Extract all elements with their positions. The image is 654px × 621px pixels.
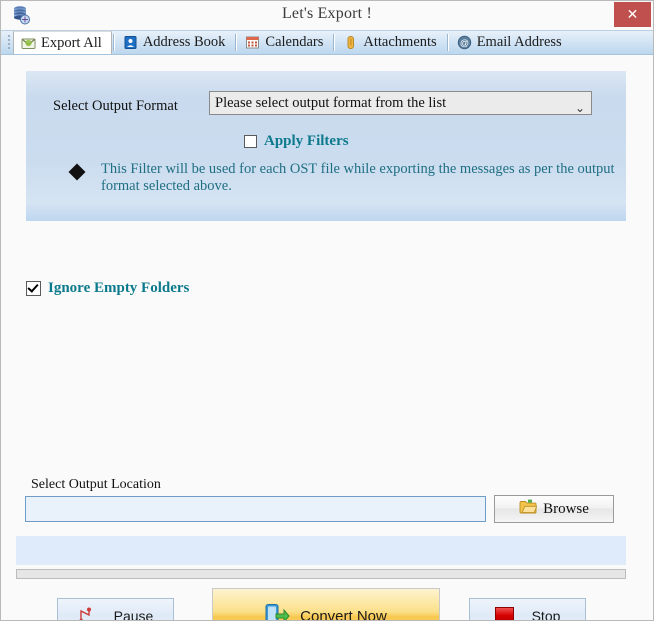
convert-now-button[interactable]: Convert Now [212,588,440,621]
tab-separator [112,34,115,51]
contact-card-icon [123,35,138,50]
close-button[interactable]: ✕ [614,2,651,27]
apply-filters-label: Apply Filters [264,133,349,149]
tab-separator [333,34,336,51]
toolbar-grip[interactable] [7,34,11,51]
chevron-down-icon: ⌄ [574,101,585,115]
tab-attachments[interactable]: Attachments [336,31,445,54]
window-title: Let's Export ! [281,5,373,22]
stop-label: Stop [531,608,561,621]
paperclip-icon [343,35,358,50]
diamond-bullet-icon [68,163,86,181]
tab-export-all[interactable]: Export All [13,31,112,54]
browse-button[interactable]: Browse [494,495,614,523]
tab-label: Address Book [142,34,226,50]
tab-calendars[interactable]: Calendars [238,31,332,54]
calendar-icon [245,35,260,50]
folder-open-icon [519,499,538,519]
tab-label: Attachments [363,34,437,50]
tab-label: Calendars [265,34,324,50]
status-message-box [16,536,626,565]
pause-label: Pause [113,608,154,621]
tab-label: Email Address [476,34,562,50]
filter-note-text: This Filter will be used for each OST fi… [101,161,615,194]
tab-label: Export All [41,34,102,51]
filter-note: This Filter will be used for each OST fi… [68,161,616,195]
convert-now-label: Convert Now [300,607,387,621]
title-bar: Let's Export ! ✕ [1,1,653,30]
filter-panel: Select Output Format Please select outpu… [26,71,626,221]
tab-address-book[interactable]: Address Book [116,31,235,54]
main-content: Select Output Format Please select outpu… [1,55,653,621]
ignore-empty-folders-checkbox[interactable] [26,281,41,296]
tab-separator [446,34,449,51]
output-location-label: Select Output Location [31,477,161,492]
apply-filters-checkbox[interactable] [244,135,257,148]
progress-bar [16,569,626,579]
svg-text:@: @ [460,38,469,48]
browse-label: Browse [543,500,589,517]
apply-filters-checkbox-row[interactable]: Apply Filters [244,133,349,150]
tab-separator [235,34,238,51]
stop-button[interactable]: Stop [469,598,586,621]
application-window: Let's Export ! ✕ Export All Address Book… [0,0,654,621]
output-format-selected-value: Please select output format from the lis… [215,95,447,111]
output-location-input[interactable] [25,496,486,522]
at-sign-icon: @ [457,35,472,50]
ignore-empty-folders-row[interactable]: Ignore Empty Folders [26,280,189,297]
output-format-label: Select Output Format [53,98,178,114]
pause-button[interactable]: Pause [57,598,174,621]
output-format-select[interactable]: Please select output format from the lis… [209,91,592,115]
ignore-empty-folders-label: Ignore Empty Folders [48,280,190,296]
pause-flag-icon [78,607,96,620]
convert-arrow-icon [265,603,290,620]
tab-bar: Export All Address Book Calendars Attach… [1,30,653,55]
stop-square-icon [494,606,514,620]
tab-email-address[interactable]: @ Email Address [450,31,571,54]
envelope-icon [21,36,36,51]
